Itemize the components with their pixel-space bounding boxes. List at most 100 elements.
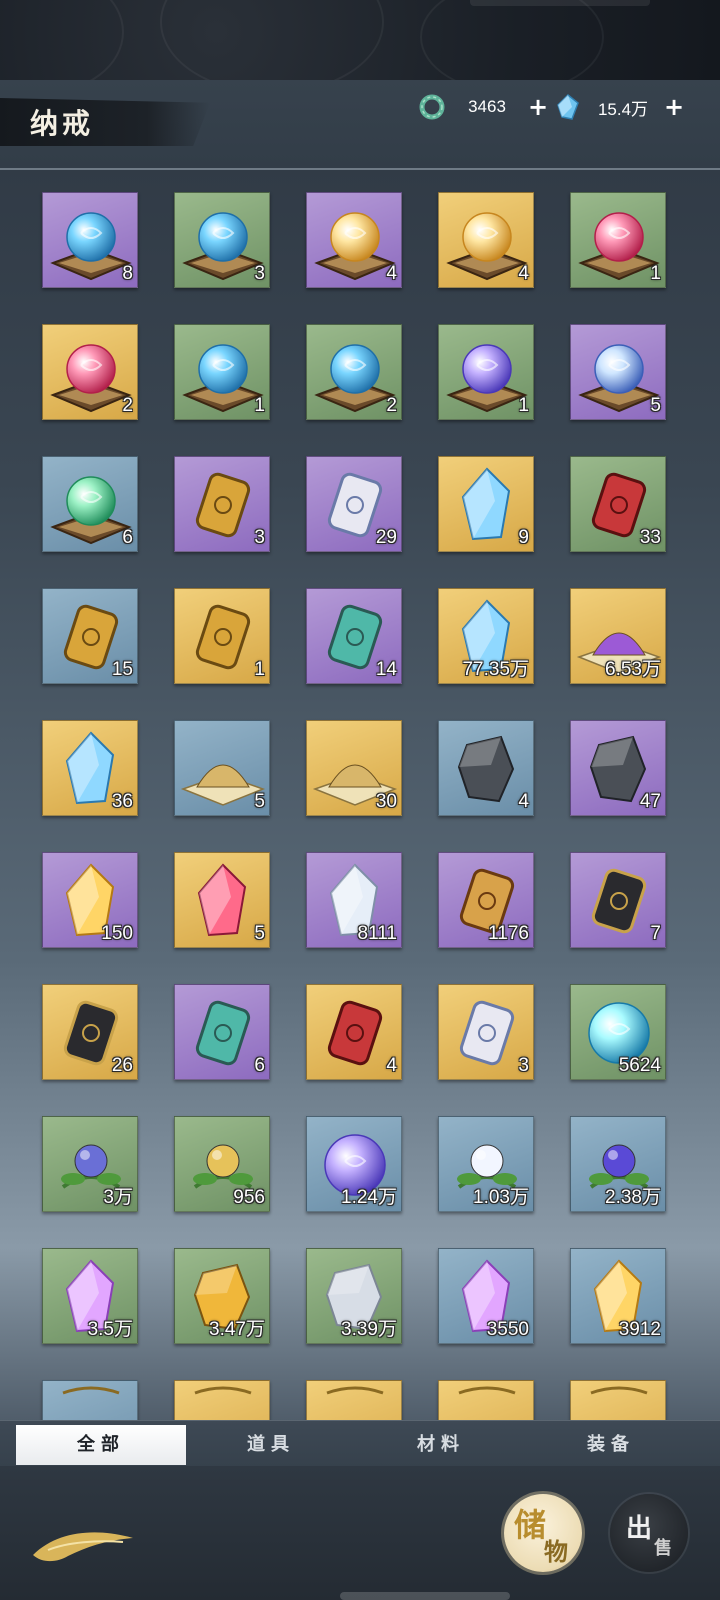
item-count: 6 [254, 1055, 265, 1076]
inventory-item[interactable]: 6.53万 [570, 588, 666, 684]
inventory-item[interactable]: 4 [438, 720, 534, 816]
inventory-item[interactable]: 8111 [306, 852, 402, 948]
inventory-item[interactable]: 2.38万 [570, 1116, 666, 1212]
partial-item-icon [62, 1386, 120, 1395]
item-count: 26 [111, 1055, 133, 1076]
inventory-item[interactable]: 5 [570, 324, 666, 420]
sell-char-2: 售 [654, 1538, 672, 1559]
inventory-item[interactable]: 77.35万 [438, 588, 534, 684]
page-title: 纳戒 [30, 107, 95, 140]
item-count: 150 [101, 923, 133, 944]
item-count: 3.39万 [341, 1319, 397, 1340]
inventory-item[interactable]: 5624 [570, 984, 666, 1080]
item-count: 2.38万 [605, 1187, 661, 1208]
inventory-item[interactable]: 7 [570, 852, 666, 948]
inventory-item[interactable]: 1 [570, 192, 666, 288]
item-count: 3 [518, 1055, 529, 1076]
inventory-item[interactable]: 47 [570, 720, 666, 816]
sell-char-1: 出 [626, 1514, 653, 1544]
item-count: 5 [254, 923, 265, 944]
tab-items[interactable]: 道具 [186, 1425, 356, 1465]
partial-item-icon [326, 1386, 384, 1395]
inventory-item[interactable]: 1.24万 [306, 1116, 402, 1212]
item-count: 33 [639, 527, 661, 548]
inventory-item[interactable]: 3912 [570, 1248, 666, 1344]
inventory-item[interactable]: 4 [438, 192, 534, 288]
inventory-grid: 8 3 4 4 1 2 1 2 1 5 6 3 29 9 33 15 1 14 77.35万 6.53万 36 5 30 4 4… [0, 170, 720, 1420]
item-count: 14 [375, 659, 397, 680]
tab-equipment[interactable]: 装备 [526, 1425, 696, 1465]
item-count: 5 [650, 395, 661, 416]
inventory-item[interactable] [42, 1380, 138, 1420]
inventory-item[interactable]: 5 [174, 852, 270, 948]
inventory-item[interactable]: 956 [174, 1116, 270, 1212]
inventory-item[interactable]: 1 [174, 588, 270, 684]
storage-button[interactable]: 储 物 [504, 1494, 582, 1572]
inventory-item[interactable]: 4 [306, 984, 402, 1080]
sell-button[interactable]: 出 售 [610, 1494, 688, 1572]
item-count: 3 [254, 263, 265, 284]
item-count: 8111 [357, 923, 397, 944]
item-count: 1 [254, 659, 265, 680]
item-count: 1176 [488, 923, 529, 944]
add-jade-button[interactable]: + [528, 95, 548, 119]
tab-materials[interactable]: 材料 [356, 1425, 526, 1465]
inventory-item[interactable]: 1 [438, 324, 534, 420]
inventory-item[interactable]: 6 [174, 984, 270, 1080]
partial-item-icon [590, 1386, 648, 1395]
inventory-item[interactable]: 3.39万 [306, 1248, 402, 1344]
inventory-item[interactable]: 3550 [438, 1248, 534, 1344]
item-count: 2 [386, 395, 397, 416]
inventory-item[interactable]: 2 [306, 324, 402, 420]
inventory-item[interactable]: 3 [174, 192, 270, 288]
item-count: 3.47万 [209, 1319, 265, 1340]
inventory-item[interactable]: 3.5万 [42, 1248, 138, 1344]
inventory-item[interactable]: 36 [42, 720, 138, 816]
inventory-item[interactable]: 3 [438, 984, 534, 1080]
inventory-item[interactable] [438, 1380, 534, 1420]
home-indicator [340, 1592, 510, 1600]
inventory-item[interactable]: 1.03万 [438, 1116, 534, 1212]
inventory-item[interactable]: 5 [174, 720, 270, 816]
inventory-item[interactable] [174, 1380, 270, 1420]
inventory-item[interactable]: 3 [174, 456, 270, 552]
item-count: 4 [386, 1055, 397, 1076]
inventory-item[interactable]: 2 [42, 324, 138, 420]
currency-jade: 3463 + [418, 92, 548, 122]
inventory-item[interactable] [306, 1380, 402, 1420]
inventory-item[interactable]: 15 [42, 588, 138, 684]
item-count: 77.35万 [462, 659, 529, 680]
item-count: 9 [518, 527, 529, 548]
inventory-item[interactable]: 4 [306, 192, 402, 288]
inventory-item[interactable]: 30 [306, 720, 402, 816]
storage-char-1: 储 [514, 1506, 547, 1544]
tab-all[interactable]: 全部 [16, 1425, 186, 1465]
item-count: 2 [122, 395, 133, 416]
item-count: 1 [650, 263, 661, 284]
item-count: 1.03万 [473, 1187, 529, 1208]
item-count: 4 [386, 263, 397, 284]
partial-item-icon [458, 1386, 516, 1395]
item-count: 4 [518, 263, 529, 284]
inventory-item[interactable]: 1176 [438, 852, 534, 948]
item-count: 3550 [486, 1319, 529, 1340]
inventory-item[interactable]: 29 [306, 456, 402, 552]
item-count: 3万 [103, 1187, 133, 1208]
inventory-item[interactable]: 26 [42, 984, 138, 1080]
item-count: 5 [254, 791, 265, 812]
inventory-item[interactable]: 3.47万 [174, 1248, 270, 1344]
inventory-item[interactable]: 33 [570, 456, 666, 552]
item-count: 15 [111, 659, 133, 680]
inventory-item[interactable]: 8 [42, 192, 138, 288]
inventory-item[interactable]: 150 [42, 852, 138, 948]
inventory-item[interactable]: 1 [174, 324, 270, 420]
jade-ring-icon [419, 94, 445, 120]
item-count: 29 [375, 527, 397, 548]
item-count: 36 [111, 791, 133, 812]
inventory-item[interactable]: 6 [42, 456, 138, 552]
inventory-item[interactable]: 9 [438, 456, 534, 552]
inventory-item[interactable] [570, 1380, 666, 1420]
inventory-item[interactable]: 14 [306, 588, 402, 684]
add-crystal-button[interactable]: + [664, 95, 684, 119]
inventory-item[interactable]: 3万 [42, 1116, 138, 1212]
